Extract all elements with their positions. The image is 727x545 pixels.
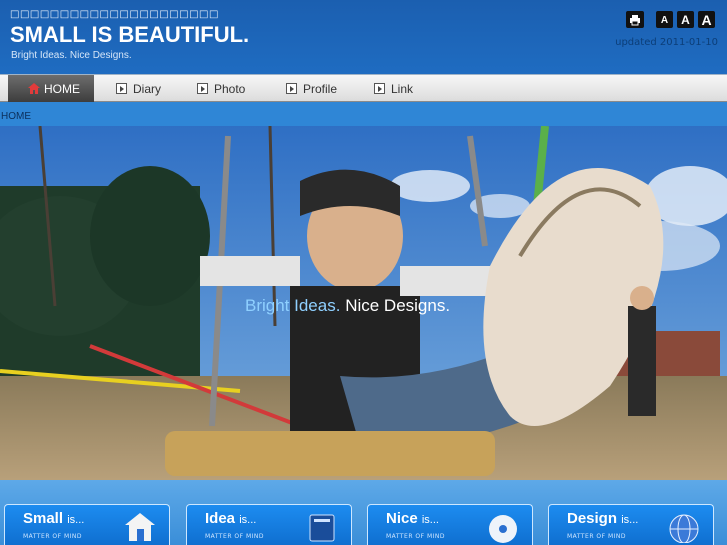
card-title-word: Small <box>23 510 64 527</box>
card-title-suffix: is... <box>67 514 85 526</box>
arrow-box-icon <box>374 83 385 94</box>
site-title[interactable]: SMALL IS BEAUTIFUL. <box>10 22 249 48</box>
nav-item-photo[interactable]: Photo <box>197 75 245 102</box>
house-icon <box>125 513 155 541</box>
card-design[interactable]: Design is... MATTER OF MIND <box>548 504 714 545</box>
nav-item-label: Profile <box>303 81 338 96</box>
card-title-word: Idea <box>205 510 236 527</box>
nav-item-diary[interactable]: Diary <box>116 75 161 102</box>
disc-icon <box>489 515 517 543</box>
tagline-jp: □□□□□□□□□□□□□□□□□□□□□ <box>10 9 219 20</box>
arrow-box-icon <box>197 83 208 94</box>
feature-cards: Small is... MATTER OF MIND Idea is... MA… <box>0 480 727 545</box>
card-title-suffix: is... <box>421 514 439 526</box>
printer-icon <box>630 14 640 25</box>
home-icon <box>28 83 40 94</box>
card-title: Nice is... <box>386 510 439 527</box>
card-title-suffix: is... <box>621 514 639 526</box>
site-header: □□□□□□□□□□□□□□□□□□□□□ SMALL IS BEAUTIFUL… <box>0 0 727 74</box>
nav-item-label: Photo <box>214 81 246 96</box>
hero-caption-accent: Bright Ideas. <box>245 296 341 315</box>
nav-item-link[interactable]: Link <box>374 75 413 102</box>
main-nav: HOME Diary Photo Profile Link <box>0 74 727 102</box>
arrow-box-icon <box>286 83 297 94</box>
globe-icon <box>669 514 699 543</box>
card-subtitle: MATTER OF MIND <box>205 533 265 540</box>
breadcrumb[interactable]: HOME <box>1 111 31 122</box>
nav-item-home[interactable]: HOME <box>8 75 94 102</box>
font-size-medium-button[interactable]: A <box>677 11 694 28</box>
card-title-word: Design <box>567 510 618 527</box>
card-idea[interactable]: Idea is... MATTER OF MIND <box>186 504 352 545</box>
book-icon <box>309 514 335 542</box>
nav-item-label: Link <box>391 81 414 96</box>
font-size-small-button[interactable]: A <box>656 11 673 28</box>
card-title-word: Nice <box>386 510 418 527</box>
card-title: Idea is... <box>205 510 256 527</box>
card-title: Small is... <box>23 510 84 527</box>
site-subtitle: Bright Ideas. Nice Designs. <box>11 50 132 61</box>
hero-caption-main: Nice Designs. <box>345 296 451 315</box>
font-size-large-button[interactable]: A <box>698 11 715 28</box>
card-subtitle: MATTER OF MIND <box>386 533 446 540</box>
arrow-box-icon <box>116 83 127 94</box>
hero-image: Bright Ideas. Nice Designs. <box>0 126 727 480</box>
card-subtitle: MATTER OF MIND <box>567 533 627 540</box>
nav-item-label: HOME <box>44 81 80 96</box>
hero-caption: Bright Ideas. Nice Designs. <box>245 296 450 316</box>
nav-item-label: Diary <box>133 81 162 96</box>
card-small[interactable]: Small is... MATTER OF MIND <box>4 504 170 545</box>
nav-item-profile[interactable]: Profile <box>286 75 337 102</box>
print-button[interactable] <box>626 11 644 28</box>
card-subtitle: MATTER OF MIND <box>23 533 83 540</box>
card-title-suffix: is... <box>239 514 257 526</box>
updated-date: updated 2011-01-10 <box>615 37 718 48</box>
card-nice[interactable]: Nice is... MATTER OF MIND <box>367 504 533 545</box>
card-title: Design is... <box>567 510 638 527</box>
